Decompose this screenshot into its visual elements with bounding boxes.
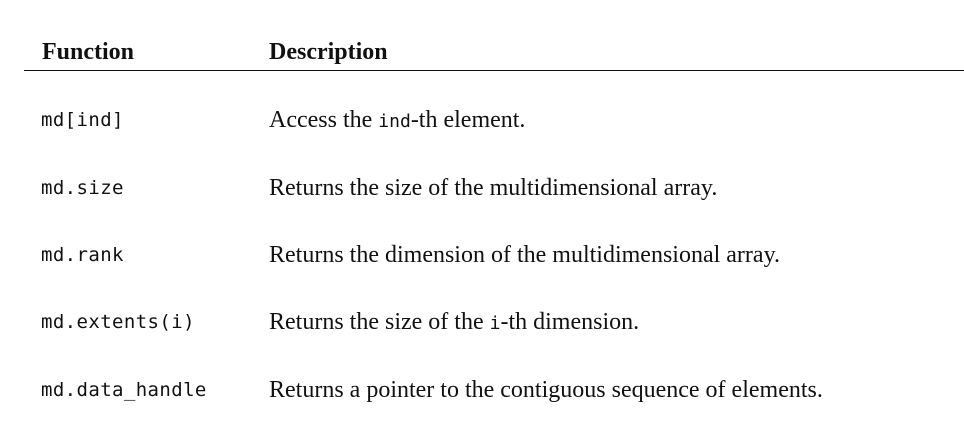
description-code: i: [489, 313, 501, 334]
function-cell: md.extents(i): [41, 311, 195, 333]
header-rule: [24, 70, 964, 71]
description-text: Access the: [269, 107, 379, 133]
description-text: -th dimension.: [500, 309, 640, 335]
function-table: Function Description md[ind] Access the …: [24, 0, 964, 436]
description-text: -th element.: [410, 107, 526, 133]
description-cell: Returns the dimension of the multidimens…: [269, 235, 780, 277]
function-cell: md[ind]: [41, 109, 124, 131]
description-text: Returns the size of the: [269, 309, 490, 335]
description-cell: Returns a pointer to the contiguous sequ…: [269, 370, 823, 412]
function-cell: md.size: [41, 177, 124, 199]
function-cell: md.rank: [41, 244, 124, 266]
description-cell: Returns the size of the multidimensional…: [269, 168, 717, 210]
function-cell: md.data_handle: [41, 379, 207, 401]
description-cell: Returns the size of the i-th dimension.: [269, 302, 639, 344]
table-header: Function Description: [24, 34, 964, 70]
description-cell: Access the ind-th element.: [269, 100, 525, 142]
header-description: Description: [269, 39, 388, 65]
description-text: Returns a pointer to the contiguous sequ…: [269, 377, 823, 403]
description-text: Returns the dimension of the multidimens…: [269, 242, 781, 268]
table-row: md.data_handle Returns a pointer to the …: [24, 370, 964, 410]
description-code: ind: [378, 111, 411, 132]
table-row: md.rank Returns the dimension of the mul…: [24, 235, 964, 275]
table-row: md[ind] Access the ind-th element.: [24, 100, 964, 140]
description-text: Returns the size of the multidimensional…: [269, 175, 718, 201]
table-row: md.extents(i) Returns the size of the i-…: [24, 302, 964, 342]
table-row: md.size Returns the size of the multidim…: [24, 168, 964, 208]
header-function: Function: [42, 39, 135, 65]
